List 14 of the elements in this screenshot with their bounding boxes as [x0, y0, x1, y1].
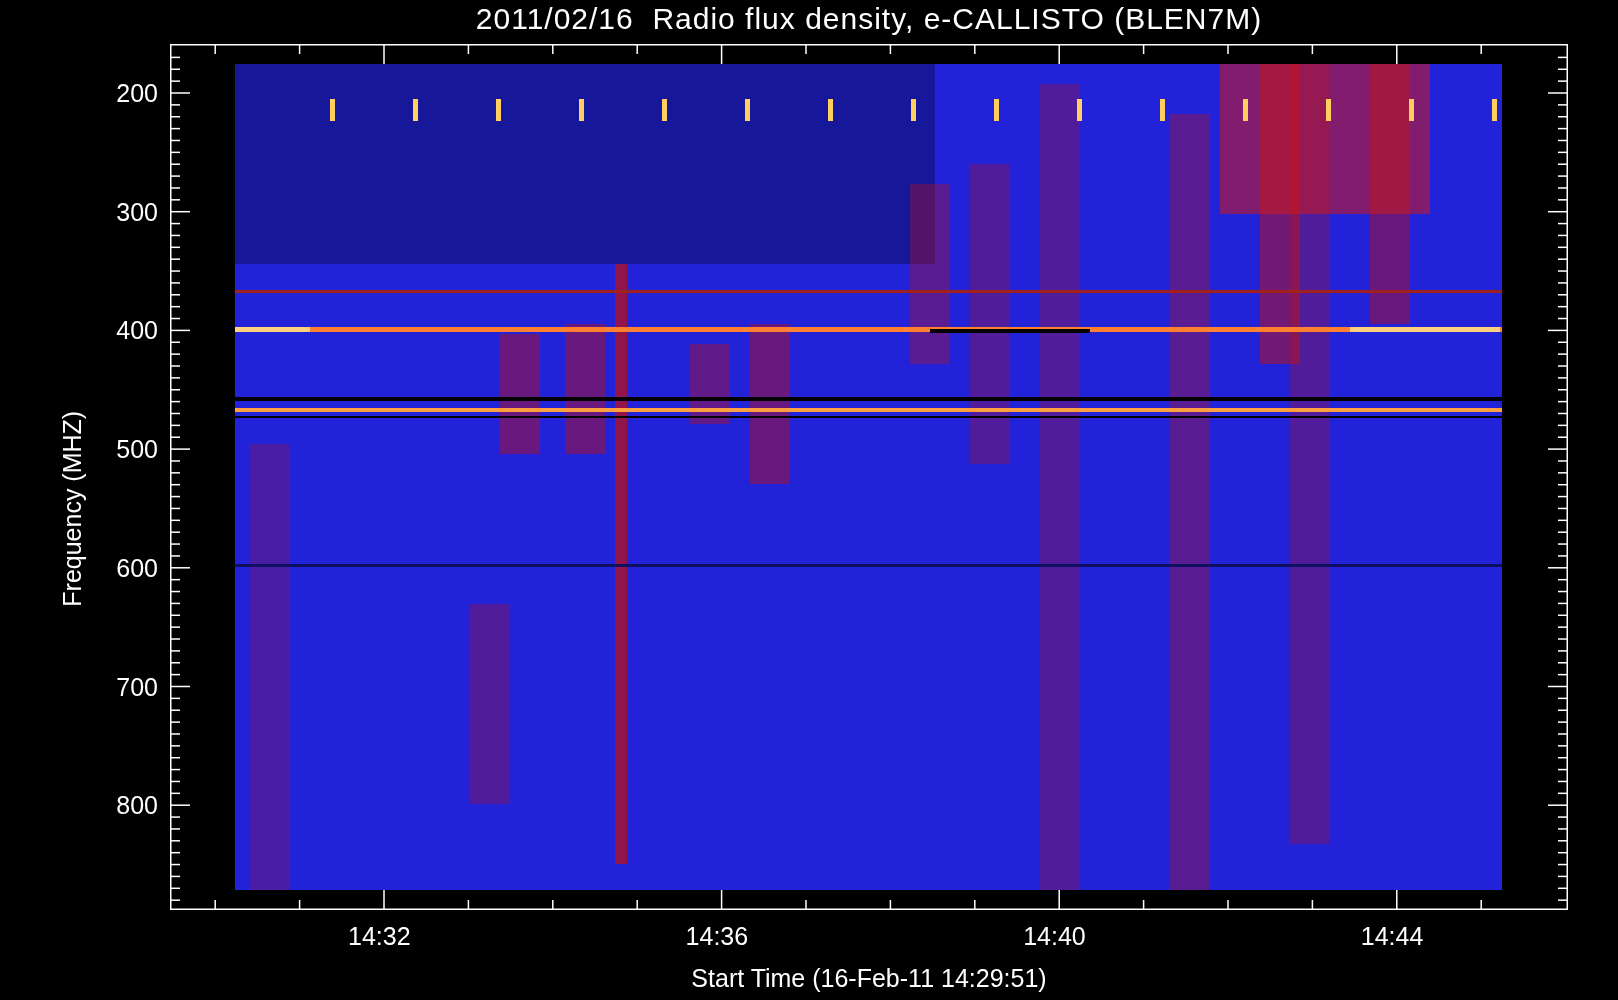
chart-title: 2011/02/16 Radio flux density, e-CALLISTO (BLEN7M) — [474, 1, 1264, 37]
x-axis-label: Start Time (16-Feb-11 14:29:51) — [691, 963, 1047, 994]
y-tick-label: 600 — [116, 553, 158, 582]
x-tick-label: 14:40 — [1023, 922, 1086, 950]
y-tick-label: 800 — [116, 791, 158, 820]
x-tick-label: 14:44 — [1360, 922, 1424, 950]
y-axis-label: Frequency (MHZ) — [57, 411, 88, 607]
y-tick-label: 700 — [116, 672, 158, 701]
x-tick-label: 14:32 — [348, 922, 411, 950]
y-tick-label: 500 — [116, 435, 158, 464]
y-tick-label: 300 — [116, 197, 158, 226]
x-tick-label: 14:36 — [685, 922, 749, 950]
y-tick-label: 400 — [116, 316, 158, 345]
y-tick-label: 200 — [116, 79, 158, 107]
